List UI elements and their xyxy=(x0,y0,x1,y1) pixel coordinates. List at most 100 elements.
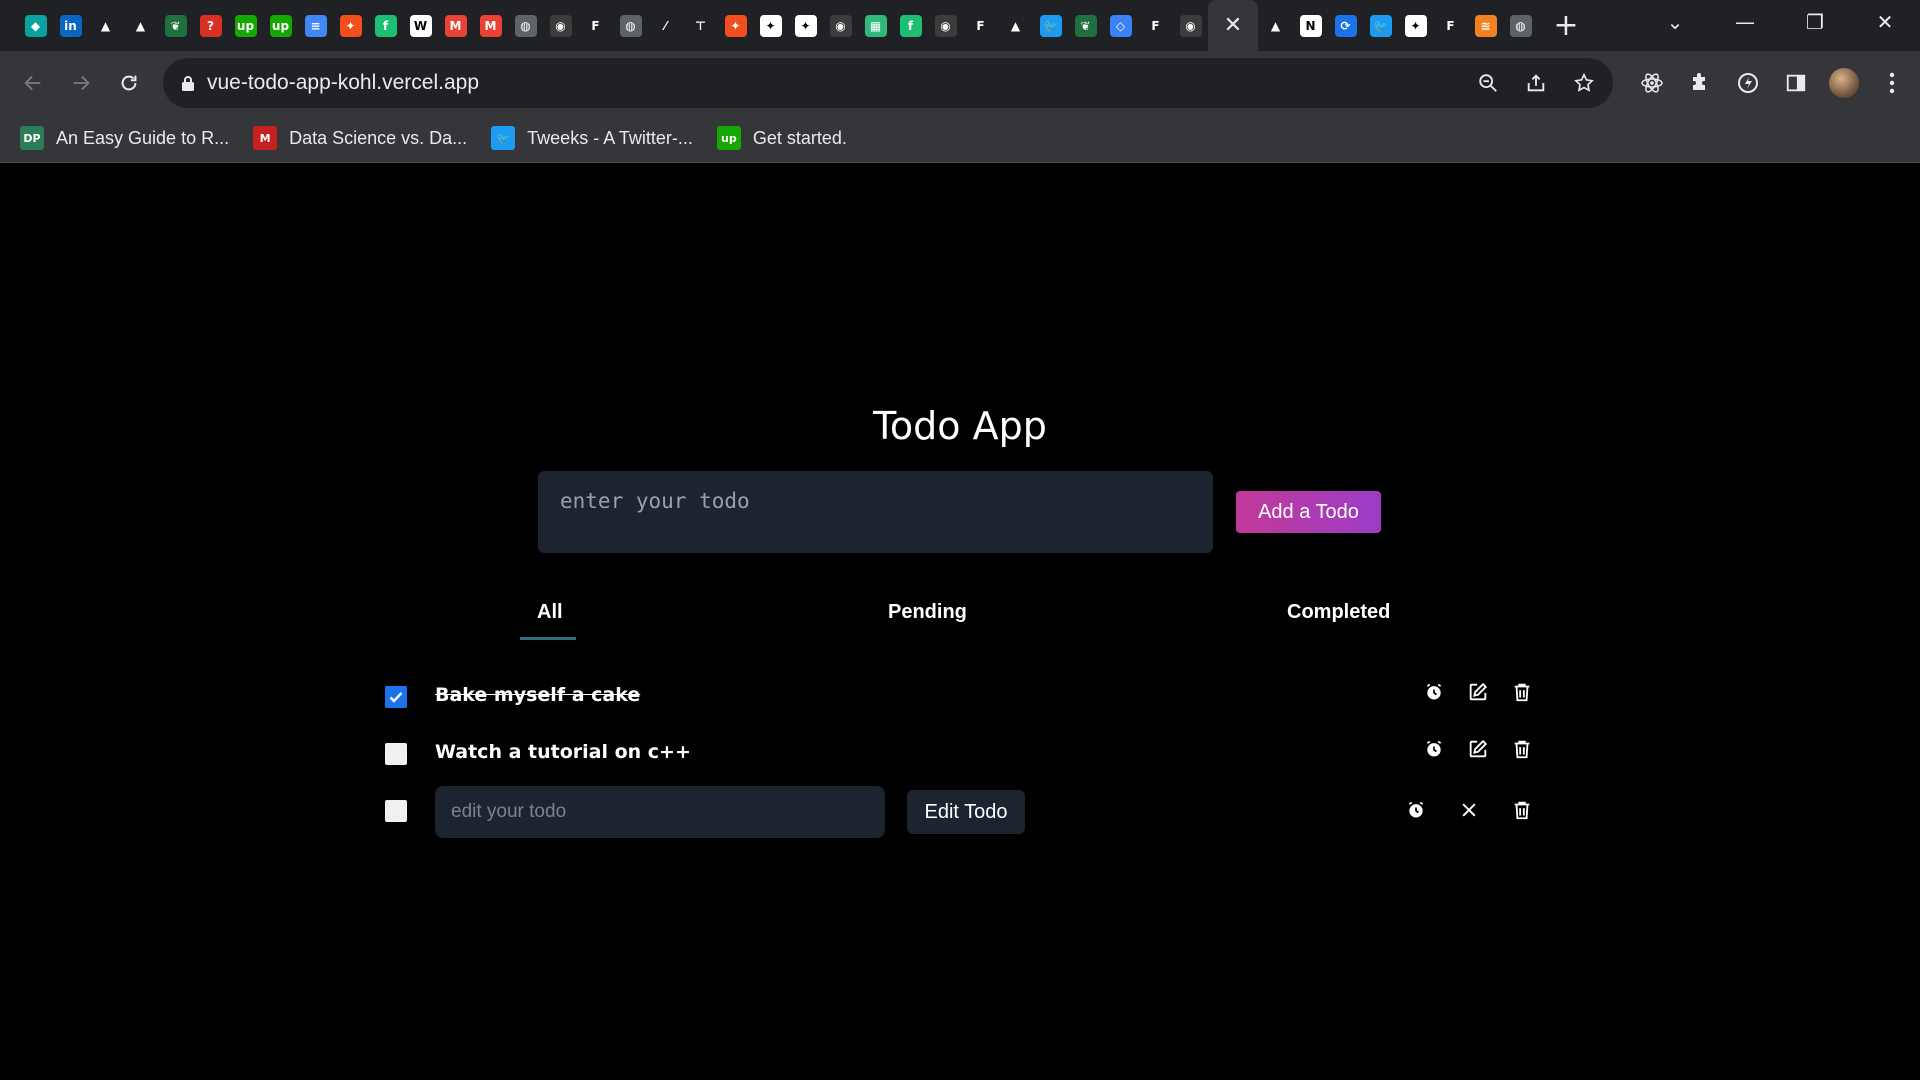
browser-tab[interactable]: ◍ xyxy=(1503,0,1538,51)
browser-tab[interactable]: ⟳ xyxy=(1328,0,1363,51)
performance-icon[interactable] xyxy=(1724,59,1772,107)
browser-tab[interactable]: ⁄ xyxy=(648,0,683,51)
close-window-button[interactable]: ✕ xyxy=(1850,0,1920,44)
bookmark-item[interactable]: DP An Easy Guide to R... xyxy=(20,126,229,150)
browser-tab[interactable]: up xyxy=(228,0,263,51)
side-panel-icon[interactable] xyxy=(1772,59,1820,107)
add-todo-button[interactable]: Add a Todo xyxy=(1236,491,1381,533)
browser-tab[interactable]: W xyxy=(403,0,438,51)
browser-tab[interactable]: ✦ xyxy=(788,0,823,51)
browser-tab[interactable]: ❦ xyxy=(1068,0,1103,51)
forward-arrow-icon xyxy=(73,75,90,90)
browser-tab[interactable]: ✦ xyxy=(753,0,788,51)
browser-tab[interactable]: ▲ xyxy=(88,0,123,51)
edit-icon[interactable] xyxy=(1465,679,1491,705)
address-bar[interactable]: vue-todo-app-kohl.vercel.app xyxy=(163,58,1613,108)
browser-tab[interactable]: ▲ xyxy=(1258,0,1293,51)
browser-tab[interactable]: ▦ xyxy=(858,0,893,51)
forward-button[interactable] xyxy=(57,59,105,107)
browser-tab[interactable]: ◉ xyxy=(543,0,578,51)
back-button[interactable] xyxy=(9,59,57,107)
bookmark-favicon-icon: M xyxy=(253,126,278,150)
todo-text: Watch a tutorial on c++ xyxy=(435,741,691,763)
active-tab[interactable]: ✕ xyxy=(1208,0,1258,51)
sparkle-icon: ✦ xyxy=(794,14,817,37)
cancel-edit-icon[interactable] xyxy=(1456,797,1482,823)
todo-input[interactable] xyxy=(538,471,1213,553)
bookmark-item[interactable]: 🐦 Tweeks - A Twitter-... xyxy=(491,126,693,150)
browser-tab[interactable]: ◉ xyxy=(928,0,963,51)
figma-icon: ✦ xyxy=(724,14,747,37)
profile-avatar[interactable] xyxy=(1820,59,1868,107)
trash-icon[interactable] xyxy=(1509,797,1535,823)
stackoverflow-icon: ≋ xyxy=(1474,14,1497,37)
bookmark-item[interactable]: up Get started. xyxy=(716,126,847,150)
minimize-button[interactable]: — xyxy=(1710,0,1780,44)
alarm-clock-icon[interactable] xyxy=(1421,679,1447,705)
browser-tab[interactable]: ◉ xyxy=(823,0,858,51)
edit-todo-input[interactable] xyxy=(435,786,885,838)
f-letter-icon: F xyxy=(591,18,600,33)
tab-pending[interactable]: Pending xyxy=(888,601,967,624)
share-icon[interactable] xyxy=(1519,66,1553,100)
browser-tab[interactable]: F xyxy=(1138,0,1173,51)
browser-tab[interactable]: ◆ xyxy=(18,0,53,51)
bookmark-favicon-icon: up xyxy=(716,126,741,150)
browser-tab[interactable]: ✦ xyxy=(718,0,753,51)
todo-checkbox[interactable] xyxy=(385,686,407,708)
tab-completed[interactable]: Completed xyxy=(1287,601,1390,624)
browser-tab[interactable]: ≋ xyxy=(1468,0,1503,51)
browser-tab[interactable]: ⊤ xyxy=(683,0,718,51)
browser-tab[interactable]: ✦ xyxy=(333,0,368,51)
browser-tab[interactable]: ◇ xyxy=(1103,0,1138,51)
edit-todo-button[interactable]: Edit Todo xyxy=(907,790,1025,834)
new-tab-button[interactable]: + xyxy=(1544,0,1588,51)
reload-icon xyxy=(121,75,137,90)
browser-tab[interactable]: M xyxy=(473,0,508,51)
todo-checkbox[interactable] xyxy=(385,743,407,765)
active-tab-indicator xyxy=(520,637,576,640)
browser-tab[interactable]: f xyxy=(893,0,928,51)
browser-tab[interactable]: ◍ xyxy=(508,0,543,51)
todo-text: Bake myself a cake xyxy=(435,684,641,706)
alarm-clock-icon[interactable] xyxy=(1421,736,1447,762)
browser-tab[interactable]: ▲ xyxy=(998,0,1033,51)
reload-button[interactable] xyxy=(105,59,153,107)
tab-all[interactable]: All xyxy=(537,601,563,624)
browser-tab[interactable]: 🐦 xyxy=(1033,0,1068,51)
restore-button[interactable]: ❐ xyxy=(1780,0,1850,44)
browser-tab[interactable]: N xyxy=(1293,0,1328,51)
edit-icon[interactable] xyxy=(1465,736,1491,762)
tab-search-icon[interactable]: ⌄ xyxy=(1640,0,1710,44)
browser-tab[interactable]: ▲ xyxy=(123,0,158,51)
bookmark-item[interactable]: M Data Science vs. Da... xyxy=(253,126,467,150)
close-tab-icon[interactable]: ✕ xyxy=(1224,13,1242,38)
browser-tab[interactable]: ✦ xyxy=(1398,0,1433,51)
bookmarks-bar: DP An Easy Guide to R... M Data Science vs.… xyxy=(0,114,1920,163)
browser-tab[interactable]: ≡ xyxy=(298,0,333,51)
bookmark-star-icon[interactable] xyxy=(1567,66,1601,100)
menu-dots-icon[interactable] xyxy=(1868,59,1916,107)
browser-tab[interactable]: M xyxy=(438,0,473,51)
todo-checkbox[interactable] xyxy=(385,800,407,822)
browser-tab[interactable]: in xyxy=(53,0,88,51)
browser-tab[interactable]: 🐦 xyxy=(1363,0,1398,51)
browser-tab[interactable]: ? xyxy=(193,0,228,51)
tab-list: ◆ in ▲ ▲ ❦? up up ≡ ✦ f W M M ◍ ◉ F ◍ ⁄ ⊤ ✦ ✦ ✦ ◉ ▦ f ◉ F ▲ 🐦 ❦ ◇ F ◉ xyxy=(0,0,1208,51)
browser-tab[interactable]: F xyxy=(578,0,613,51)
triangle-icon: ▲ xyxy=(1270,18,1281,33)
browser-tab[interactable]: ◉ xyxy=(1173,0,1208,51)
browser-tab[interactable]: ◍ xyxy=(613,0,648,51)
browser-tab[interactable]: up xyxy=(263,0,298,51)
extensions-puzzle-icon[interactable] xyxy=(1676,59,1724,107)
zoom-icon[interactable] xyxy=(1471,66,1505,100)
trash-icon[interactable] xyxy=(1509,736,1535,762)
react-devtools-icon[interactable] xyxy=(1628,59,1676,107)
trash-icon[interactable] xyxy=(1509,679,1535,705)
refresh-blue-icon: ⟳ xyxy=(1334,14,1357,37)
browser-tab[interactable]: ❦ xyxy=(158,0,193,51)
browser-tab[interactable]: F xyxy=(1433,0,1468,51)
alarm-clock-icon[interactable] xyxy=(1403,797,1429,823)
browser-tab[interactable]: F xyxy=(963,0,998,51)
browser-tab[interactable]: f xyxy=(368,0,403,51)
